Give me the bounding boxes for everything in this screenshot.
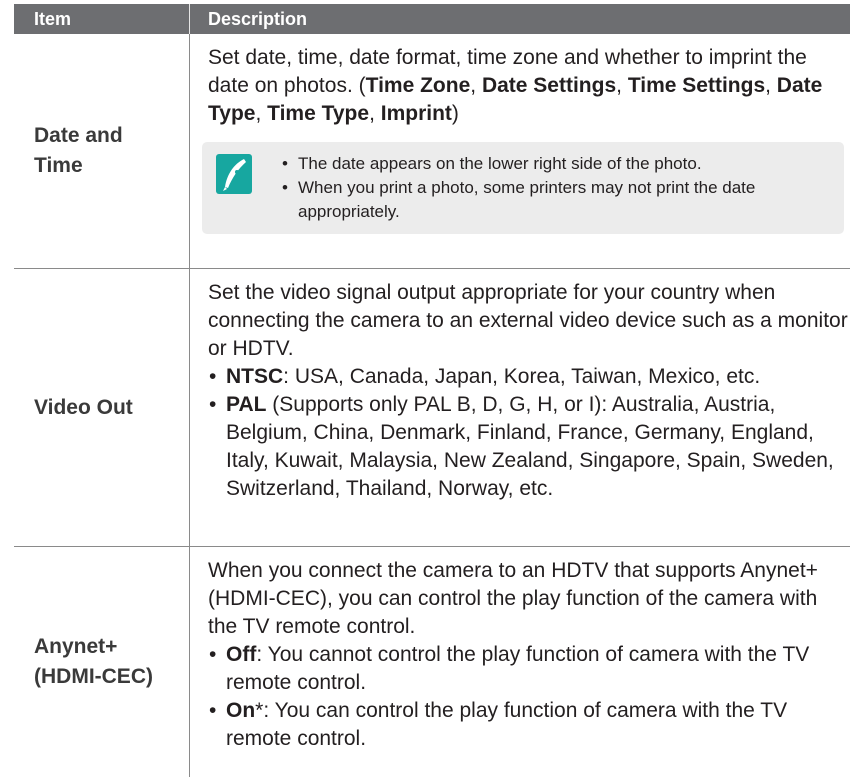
option-list: • Off: You cannot control the play functi… bbox=[208, 641, 850, 753]
note-text: The date appears on the lower right side… bbox=[298, 154, 702, 173]
option-name: NTSC bbox=[226, 365, 284, 388]
option-text: : You cannot control the play function o… bbox=[226, 643, 810, 694]
separator: , bbox=[616, 74, 628, 97]
list-item: • NTSC: USA, Canada, Japan, Korea, Taiwan… bbox=[208, 363, 850, 391]
note-text: When you print a photo, some printers ma… bbox=[298, 178, 756, 221]
description-cell: When you connect the camera to an HDTV t… bbox=[190, 547, 850, 777]
separator: , bbox=[470, 74, 482, 97]
option-text: : USA, Canada, Japan, Korea, Taiwan, Mex… bbox=[283, 365, 761, 388]
note-item: • The date appears on the lower right sid… bbox=[282, 152, 842, 176]
separator: , bbox=[255, 102, 268, 125]
list-item: • PAL (Supports only PAL B, D, G, H, or I… bbox=[208, 391, 850, 503]
settings-table: Item Description Date and Time Set date,… bbox=[14, 4, 850, 777]
table-row-video-out: Video Out Set the video signal output ap… bbox=[14, 269, 850, 547]
note-list: • The date appears on the lower right sid… bbox=[282, 152, 842, 224]
option-name: Off bbox=[226, 643, 257, 666]
bullet: • bbox=[209, 365, 217, 388]
item-label-line: Time bbox=[34, 154, 83, 177]
option-name: Imprint bbox=[380, 102, 452, 125]
item-label: Video Out bbox=[14, 269, 190, 546]
bullet: • bbox=[282, 154, 288, 173]
item-label-line: Date and bbox=[34, 124, 123, 147]
option-name: On bbox=[226, 699, 256, 722]
table-header: Item Description bbox=[14, 4, 850, 34]
list-item: • On*: You can control the play function … bbox=[208, 697, 850, 753]
description-intro: When you connect the camera to an HDTV t… bbox=[208, 559, 818, 638]
description-cell: Set date, time, date format, time zone a… bbox=[190, 34, 850, 268]
separator: , bbox=[765, 74, 777, 97]
option-name: PAL bbox=[226, 393, 267, 416]
item-label-line: Anynet+ bbox=[34, 635, 118, 658]
bullet: • bbox=[209, 643, 217, 666]
description-intro: Set the video signal output appropriate … bbox=[208, 281, 848, 360]
description-text: Set date, time, date format, time zone a… bbox=[208, 44, 850, 128]
option-list: • NTSC: USA, Canada, Japan, Korea, Taiwan… bbox=[208, 363, 850, 503]
table-row-date-time: Date and Time Set date, time, date forma… bbox=[14, 34, 850, 269]
separator: ) bbox=[451, 102, 459, 125]
bullet: • bbox=[282, 178, 288, 197]
separator: , bbox=[369, 102, 381, 125]
description-cell: Set the video signal output appropriate … bbox=[190, 269, 850, 546]
list-item: • Off: You cannot control the play functi… bbox=[208, 641, 850, 697]
note-box: • The date appears on the lower right sid… bbox=[202, 142, 844, 234]
option-name: Date Settings bbox=[481, 74, 617, 97]
item-label-line: (HDMI-CEC) bbox=[34, 665, 153, 688]
note-item: • When you print a photo, some printers m… bbox=[282, 176, 842, 224]
bullet: • bbox=[209, 393, 217, 416]
table-row-anynet: Anynet+ (HDMI-CEC) When you connect the … bbox=[14, 547, 850, 777]
header-description: Description bbox=[208, 9, 308, 29]
header-item: Item bbox=[14, 4, 190, 34]
option-text: *: You can control the play function of … bbox=[226, 699, 788, 750]
option-text: (Supports only PAL B, D, G, H, or I): Au… bbox=[226, 393, 834, 500]
option-name: Time Settings bbox=[627, 74, 766, 97]
pen-note-icon bbox=[216, 154, 252, 194]
option-name: Time Zone bbox=[365, 74, 471, 97]
option-name: Time Type bbox=[267, 102, 370, 125]
item-label: Date and Time bbox=[14, 34, 190, 268]
bullet: • bbox=[209, 699, 217, 722]
item-label: Anynet+ (HDMI-CEC) bbox=[14, 547, 190, 777]
